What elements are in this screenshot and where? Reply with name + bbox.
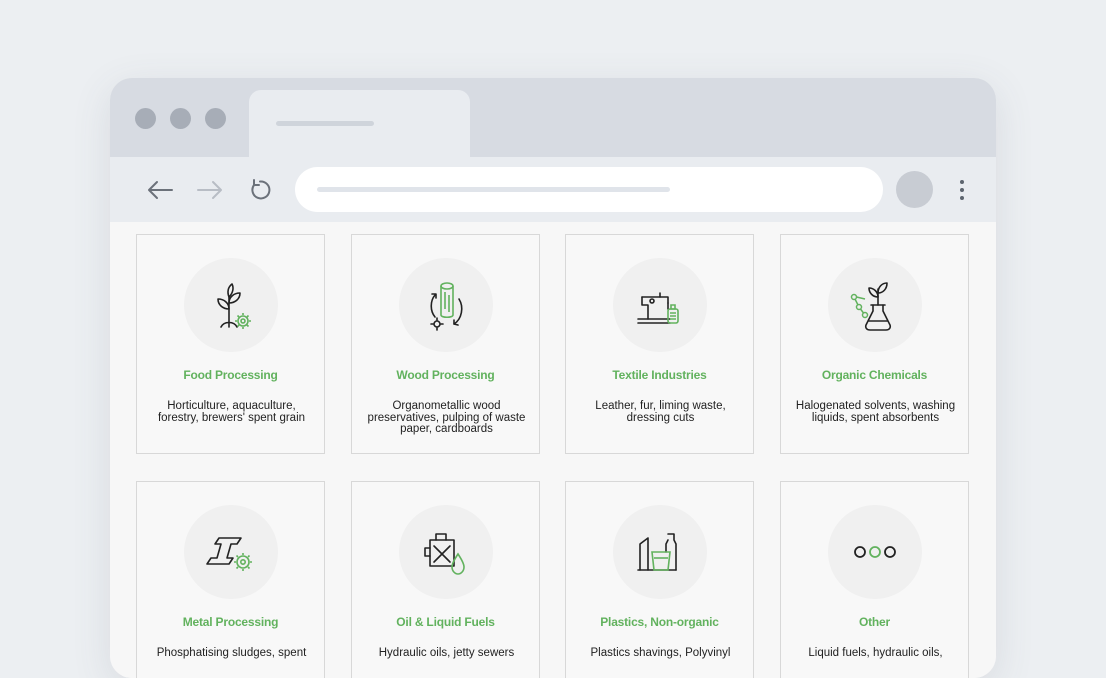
category-card-wood-processing[interactable]: Wood Processing Organometallic wood pres… xyxy=(351,234,540,454)
icon-circle xyxy=(828,258,922,352)
card-title: Wood Processing xyxy=(396,368,495,382)
plastic-bottles-icon xyxy=(637,533,677,571)
card-description: Leather, fur, liming waste, dressing cut… xyxy=(595,400,726,424)
reload-icon xyxy=(251,179,271,200)
close-window-button[interactable] xyxy=(135,108,156,129)
tab-bar xyxy=(110,78,996,157)
category-card-other[interactable]: Other Liquid fuels, hydraulic oils, xyxy=(780,481,969,678)
reload-button[interactable] xyxy=(244,175,276,205)
icon-circle xyxy=(828,505,922,599)
menu-button[interactable] xyxy=(952,177,972,203)
card-description: Phosphatising sludges, spent xyxy=(156,647,307,659)
card-title: Textile Industries xyxy=(612,368,707,382)
flask-plant-icon xyxy=(850,282,892,331)
card-title: Organic Chemicals xyxy=(821,368,928,382)
icon-circle xyxy=(399,258,493,352)
metal-beam-gear-icon xyxy=(206,537,252,571)
arrow-left-icon xyxy=(148,181,173,199)
card-description: Plastics shavings, Polyvinyl xyxy=(590,647,731,659)
card-description: Horticulture, aquaculture, forestry, bre… xyxy=(157,400,306,424)
category-card-plastics-non-organic[interactable]: Plastics, Non-organic Plastics shavings,… xyxy=(565,481,754,678)
menu-dot xyxy=(960,180,964,184)
browser-window: Food Processing Horticulture, aquacultur… xyxy=(110,78,996,678)
card-description: Hydraulic oils, jetty sewers xyxy=(378,647,515,659)
card-description: Organometallic wood preservatives, pulpi… xyxy=(367,400,526,435)
address-bar[interactable] xyxy=(295,167,883,212)
icon-circle xyxy=(184,258,278,352)
menu-dot xyxy=(960,188,964,192)
browser-toolbar xyxy=(110,157,996,222)
log-recycle-icon xyxy=(430,282,463,331)
category-card-metal-processing[interactable]: Metal Processing Phosphatising sludges, … xyxy=(136,481,325,678)
forward-button[interactable] xyxy=(194,175,226,205)
profile-avatar[interactable] xyxy=(896,171,933,208)
category-card-textile-industries[interactable]: Textile Industries Leather, fur, liming … xyxy=(565,234,754,454)
category-card-oil-liquid-fuels[interactable]: Oil & Liquid Fuels Hydraulic oils, jetty… xyxy=(351,481,540,678)
page-content: Food Processing Horticulture, aquacultur… xyxy=(110,222,996,678)
card-description: Halogenated solvents, washing liquids, s… xyxy=(795,400,956,424)
card-title: Oil & Liquid Fuels xyxy=(396,615,495,629)
three-dots-icon xyxy=(854,546,896,558)
sewing-machine-icon xyxy=(637,292,679,324)
minimize-window-button[interactable] xyxy=(170,108,191,129)
card-description: Liquid fuels, hydraulic oils, xyxy=(808,647,943,659)
menu-dot xyxy=(960,196,964,200)
plant-gear-icon xyxy=(217,283,251,329)
tab-title-placeholder xyxy=(276,121,374,126)
icon-circle xyxy=(613,258,707,352)
address-placeholder xyxy=(317,187,670,192)
arrow-right-icon xyxy=(197,181,222,199)
jerrycan-drop-icon xyxy=(424,533,465,575)
browser-tab[interactable] xyxy=(249,90,470,157)
icon-circle xyxy=(184,505,278,599)
card-title: Food Processing xyxy=(183,368,278,382)
maximize-window-button[interactable] xyxy=(205,108,226,129)
category-card-food-processing[interactable]: Food Processing Horticulture, aquacultur… xyxy=(136,234,325,454)
card-title: Metal Processing xyxy=(182,615,279,629)
icon-circle xyxy=(613,505,707,599)
card-title: Plastics, Non-organic xyxy=(600,615,719,629)
icon-circle xyxy=(399,505,493,599)
back-button[interactable] xyxy=(144,175,176,205)
card-title: Other xyxy=(858,615,890,629)
category-card-organic-chemicals[interactable]: Organic Chemicals Halogenated solvents, … xyxy=(780,234,969,454)
